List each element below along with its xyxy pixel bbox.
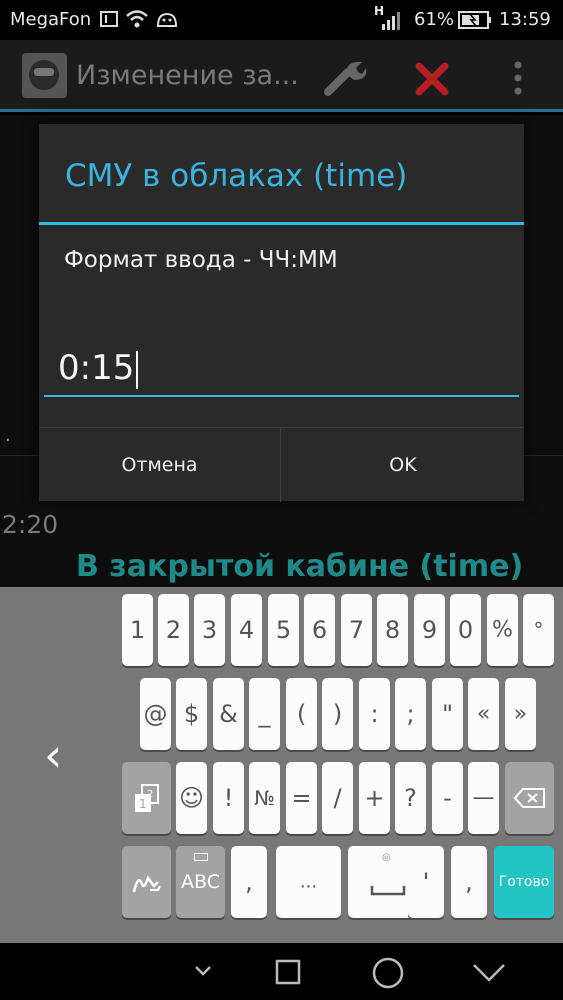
done-button[interactable]: Готово — [494, 846, 554, 918]
back-icon[interactable] — [472, 963, 506, 983]
key-hyphen[interactable]: - — [432, 762, 463, 834]
key-semicolon[interactable]: ; — [395, 678, 426, 750]
keyboard-back-arrow-icon[interactable]: ‹ — [44, 732, 62, 778]
key-symbol-page[interactable]: 12 — [122, 762, 171, 834]
time-input-value: 0:15 — [58, 348, 135, 388]
key-right-guillemet[interactable]: » — [505, 678, 536, 750]
key-comma[interactable]: , — [231, 846, 267, 918]
signal-icon — [380, 10, 404, 30]
ok-button[interactable]: OK — [282, 428, 524, 502]
overflow-menu-icon[interactable] — [513, 60, 523, 96]
battery-icon — [458, 10, 492, 30]
time-input-field[interactable]: 0:15 — [44, 339, 519, 397]
key-2[interactable]: 2 — [158, 594, 189, 666]
key-equals[interactable]: = — [286, 762, 317, 834]
recent-apps-icon[interactable] — [275, 959, 301, 985]
text-cursor — [136, 350, 139, 389]
key-percent[interactable]: % — [487, 594, 518, 666]
key-slash[interactable]: / — [322, 762, 353, 834]
key-smiley[interactable]: ☺ — [176, 762, 207, 834]
key-backspace[interactable] — [505, 762, 554, 834]
cancel-button[interactable]: Отмена — [39, 428, 281, 502]
soft-keyboard: ‹ 1 2 3 4 5 6 7 8 9 0 % ° @ $ & _ ( ) : … — [0, 587, 563, 943]
hide-keyboard-icon[interactable] — [194, 965, 212, 977]
space-bar-icon — [370, 884, 406, 896]
key-9[interactable]: 9 — [414, 594, 445, 666]
key-exclamation[interactable]: ! — [213, 762, 244, 834]
navigation-bar — [0, 943, 563, 1000]
carrier-label: MegaFon — [10, 9, 92, 30]
dialog-message: Формат ввода - ЧЧ:ММ — [64, 247, 338, 273]
list-dot: . — [5, 425, 11, 446]
key-4[interactable]: 4 — [231, 594, 262, 666]
key-8[interactable]: 8 — [377, 594, 408, 666]
symbol-page-icon: 12 — [133, 784, 161, 814]
svg-text:1: 1 — [139, 797, 147, 811]
key-7[interactable]: 7 — [341, 594, 372, 666]
dialog-title: СМУ в облаках (time) — [65, 158, 408, 194]
key-3[interactable]: 3 — [194, 594, 225, 666]
key-1[interactable]: 1 — [122, 594, 153, 666]
handwriting-icon — [132, 868, 162, 896]
key-degree[interactable]: ° — [523, 594, 554, 666]
time-input-dialog: СМУ в облаках (time) Формат ввода - ЧЧ:М… — [39, 124, 524, 502]
key-apostrophe[interactable]: ' — [408, 846, 444, 918]
key-6[interactable]: 6 — [304, 594, 335, 666]
key-handwriting[interactable] — [122, 846, 171, 918]
key-left-guillemet[interactable]: « — [468, 678, 499, 750]
backspace-icon — [514, 787, 546, 809]
action-bar: Изменение за... — [0, 40, 563, 112]
key-em-dash[interactable]: — — [468, 762, 499, 834]
key-0[interactable]: 0 — [450, 594, 481, 666]
delete-icon[interactable] — [415, 62, 449, 96]
key-ampersand[interactable]: & — [213, 678, 244, 750]
key-dollar[interactable]: $ — [176, 678, 207, 750]
key-close-paren[interactable]: ) — [322, 678, 353, 750]
key-comma-2[interactable]: , — [451, 846, 487, 918]
key-5[interactable]: 5 — [268, 594, 299, 666]
battery-percent: 61% — [414, 9, 455, 30]
key-underscore[interactable]: _ — [249, 678, 280, 750]
key-quote[interactable]: " — [432, 678, 463, 750]
key-colon[interactable]: : — [359, 678, 390, 750]
key-abc[interactable]: ABC — [176, 846, 225, 918]
key-question[interactable]: ? — [395, 762, 426, 834]
key-ellipsis[interactable]: ... — [276, 846, 341, 918]
wifi-icon — [126, 9, 148, 29]
list-item-title[interactable]: В закрытой кабине (time) — [76, 549, 523, 584]
app-logo-icon[interactable] — [22, 53, 67, 98]
notification-icon — [100, 11, 118, 27]
dialog-title-divider — [39, 222, 524, 225]
dialog-button-bar: Отмена OK — [39, 427, 524, 502]
status-bar: MegaFon H 61% 13:59 — [0, 0, 563, 40]
svg-text:2: 2 — [147, 789, 153, 800]
key-numero[interactable]: № — [249, 762, 280, 834]
keyboard-layout-icon — [194, 853, 208, 861]
home-icon[interactable] — [372, 957, 404, 989]
list-item-value: 2:20 — [2, 510, 59, 539]
clock-time: 13:59 — [499, 9, 551, 30]
key-at[interactable]: @ — [140, 678, 171, 750]
key-plus[interactable]: + — [359, 762, 390, 834]
wrench-icon[interactable] — [322, 58, 368, 98]
globe-icon: ◎ — [382, 852, 391, 863]
page-title: Изменение за... — [76, 60, 299, 91]
key-open-paren[interactable]: ( — [286, 678, 317, 750]
android-debug-icon — [156, 11, 178, 27]
